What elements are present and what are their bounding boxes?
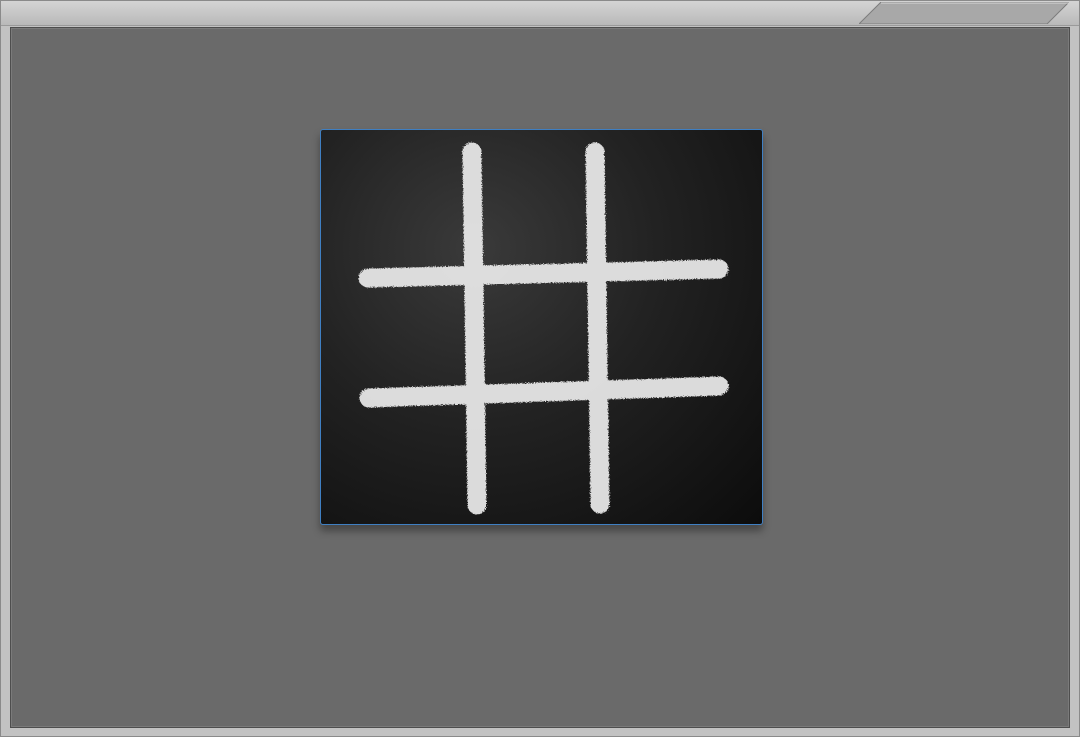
grid-line-v2 [585, 142, 610, 514]
board-cell-1-2[interactable] [607, 284, 722, 384]
grid-line-h1 [358, 259, 729, 288]
board-cell-0-0[interactable] [361, 150, 471, 268]
board-cell-2-2[interactable] [607, 404, 722, 508]
title-bar-tab[interactable] [859, 2, 1069, 24]
board-cell-0-2[interactable] [607, 150, 722, 268]
title-bar[interactable] [1, 1, 1079, 26]
board-cell-2-1[interactable] [483, 404, 591, 508]
app-window [0, 0, 1080, 737]
chalkboard-grid [320, 129, 763, 525]
board-cell-1-0[interactable] [361, 284, 471, 384]
grid-line-h2 [359, 376, 729, 408]
game-area [10, 27, 1070, 728]
board-cell-2-0[interactable] [361, 404, 471, 508]
board-cell-0-1[interactable] [483, 150, 591, 268]
grid-line-v1 [462, 142, 487, 515]
board-cell-1-1[interactable] [483, 284, 591, 384]
